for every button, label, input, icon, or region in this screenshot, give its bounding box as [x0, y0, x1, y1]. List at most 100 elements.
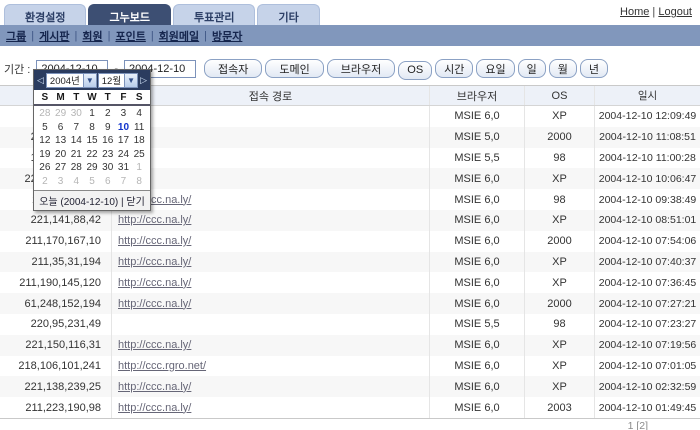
- cell-ip: 220,95,231,49: [0, 314, 112, 335]
- calendar-day[interactable]: 13: [53, 134, 69, 148]
- referrer-link[interactable]: http://ccc.na.ly/: [118, 256, 191, 268]
- menu-item-회원[interactable]: 회원: [82, 28, 102, 44]
- calendar-day[interactable]: 31: [116, 161, 132, 175]
- menu-item-회원메일[interactable]: 회원메일: [159, 28, 199, 44]
- calendar-day[interactable]: 9: [100, 121, 116, 135]
- calendar-day[interactable]: 20: [53, 148, 69, 162]
- calendar-day[interactable]: 22: [84, 148, 100, 162]
- calendar-day[interactable]: 8: [84, 121, 100, 135]
- logout-link[interactable]: Logout: [658, 6, 692, 18]
- stat-button-OS[interactable]: OS: [398, 61, 432, 80]
- weekday-label: M: [53, 92, 69, 103]
- cell-url: [112, 168, 430, 189]
- calendar-day[interactable]: 28: [37, 107, 53, 121]
- referrer-link[interactable]: http://ccc.na.ly/: [118, 339, 191, 351]
- calendar-day[interactable]: 6: [53, 121, 69, 135]
- stat-button-년[interactable]: 년: [580, 59, 608, 78]
- cell-url: [112, 314, 430, 335]
- referrer-link[interactable]: http://ccc.rgro.net/: [118, 360, 206, 372]
- menu-item-그룹[interactable]: 그룹: [6, 28, 26, 44]
- cell-url: http://ccc.na.ly/: [112, 376, 430, 397]
- calendar-day[interactable]: 5: [84, 175, 100, 189]
- calendar-week-row: 2345678: [37, 175, 147, 189]
- table-row: 211,190,145,120http://ccc.na.ly/MSIE 6,0…: [0, 272, 700, 293]
- cell-url: [112, 127, 430, 148]
- stat-button-시간[interactable]: 시간: [435, 59, 473, 78]
- referrer-link[interactable]: http://ccc.na.ly/: [118, 235, 191, 247]
- calendar-day[interactable]: 16: [100, 134, 116, 148]
- cell-os: 98: [525, 314, 595, 335]
- calendar-day[interactable]: 14: [68, 134, 84, 148]
- cell-browser: MSIE 6,0: [430, 272, 525, 293]
- calendar-day[interactable]: 3: [116, 107, 132, 121]
- cell-os: 2000: [525, 231, 595, 252]
- referrer-link[interactable]: http://ccc.na.ly/: [118, 298, 191, 310]
- calendar-day[interactable]: 24: [116, 148, 132, 162]
- stat-button-요일[interactable]: 요일: [476, 59, 514, 78]
- calendar-day[interactable]: 4: [68, 175, 84, 189]
- stat-button-접속자[interactable]: 접속자: [204, 59, 262, 78]
- calendar-day[interactable]: 7: [68, 121, 84, 135]
- calendar-day[interactable]: 29: [53, 107, 69, 121]
- calendar-day[interactable]: 19: [37, 148, 53, 162]
- calendar-day[interactable]: 8: [131, 175, 147, 189]
- calendar-day[interactable]: 23: [100, 148, 116, 162]
- cell-os: 2000: [525, 293, 595, 314]
- calendar-header: ◁ 2004년 ▼ 12월 ▼ ▷: [34, 70, 150, 90]
- cell-datetime: 2004-12-10 11:08:51: [595, 127, 700, 148]
- calendar-day[interactable]: 15: [84, 134, 100, 148]
- calendar-day[interactable]: 29: [84, 161, 100, 175]
- calendar-day[interactable]: 1: [84, 107, 100, 121]
- calendar-month-value: 12월: [99, 73, 124, 87]
- calendar-day[interactable]: 11: [131, 121, 147, 135]
- calendar-day[interactable]: 27: [53, 161, 69, 175]
- calendar-day-today[interactable]: 10: [116, 121, 132, 135]
- calendar-day[interactable]: 21: [68, 148, 84, 162]
- menu-item-방문자[interactable]: 방문자: [212, 28, 242, 44]
- calendar-day[interactable]: 30: [68, 107, 84, 121]
- calendar-year-select[interactable]: 2004년 ▼: [46, 73, 97, 88]
- cell-browser: MSIE 5,0: [430, 127, 525, 148]
- cell-ip: 221,141,88,42: [0, 210, 112, 231]
- referrer-link[interactable]: http://ccc.na.ly/: [118, 214, 191, 226]
- stat-button-브라우저[interactable]: 브라우저: [327, 59, 395, 78]
- calendar-day[interactable]: 1: [131, 161, 147, 175]
- stat-button-월[interactable]: 월: [549, 59, 577, 78]
- home-link[interactable]: Home: [620, 6, 649, 18]
- table-row: 218,106,101,241http://ccc.rgro.net/MSIE …: [0, 356, 700, 377]
- calendar-month-select[interactable]: 12월 ▼: [98, 73, 138, 88]
- calendar-next-icon[interactable]: ▷: [139, 75, 148, 86]
- calendar-day[interactable]: 2: [100, 107, 116, 121]
- pagination[interactable]: 1 [2]: [628, 420, 648, 430]
- date-picker-popup: ◁ 2004년 ▼ 12월 ▼ ▷ SMTWTFS 28293012345678…: [33, 69, 151, 211]
- calendar-day[interactable]: 25: [131, 148, 147, 162]
- referrer-link[interactable]: http://ccc.na.ly/: [118, 402, 191, 414]
- referrer-link[interactable]: http://ccc.na.ly/: [118, 277, 191, 289]
- menu-item-게시판[interactable]: 게시판: [39, 28, 69, 44]
- calendar-prev-icon[interactable]: ◁: [36, 75, 45, 86]
- calendar-day[interactable]: 4: [131, 107, 147, 121]
- calendar-week-row: 2627282930311: [37, 161, 147, 175]
- calendar-day[interactable]: 30: [100, 161, 116, 175]
- calendar-day[interactable]: 2: [37, 175, 53, 189]
- stat-button-도메인[interactable]: 도메인: [265, 59, 323, 78]
- menu-item-포인트[interactable]: 포인트: [115, 28, 145, 44]
- calendar-day[interactable]: 18: [131, 134, 147, 148]
- calendar-day[interactable]: 28: [68, 161, 84, 175]
- table-row: 211,35,31,194http://ccc.na.ly/MSIE 6,0XP…: [0, 252, 700, 273]
- chevron-down-icon: ▼: [83, 74, 96, 87]
- calendar-day[interactable]: 7: [116, 175, 132, 189]
- calendar-day[interactable]: 26: [37, 161, 53, 175]
- calendar-day[interactable]: 17: [116, 134, 132, 148]
- calendar-day[interactable]: 12: [37, 134, 53, 148]
- admin-visitor-page: 환경설정그누보드투표관리기타 Home | Logout 그룹|게시판|회원|포…: [0, 0, 700, 430]
- stat-button-일[interactable]: 일: [518, 59, 546, 78]
- calendar-day[interactable]: 3: [53, 175, 69, 189]
- cell-browser: MSIE 6,0: [430, 293, 525, 314]
- referrer-link[interactable]: http://ccc.na.ly/: [118, 381, 191, 393]
- cell-browser: MSIE 6,0: [430, 231, 525, 252]
- calendar-day[interactable]: 5: [37, 121, 53, 135]
- cell-url: http://ccc.na.ly/: [112, 189, 430, 210]
- calendar-day[interactable]: 6: [100, 175, 116, 189]
- calendar-footer[interactable]: 오늘 (2004-12-10) | 닫기: [34, 190, 150, 210]
